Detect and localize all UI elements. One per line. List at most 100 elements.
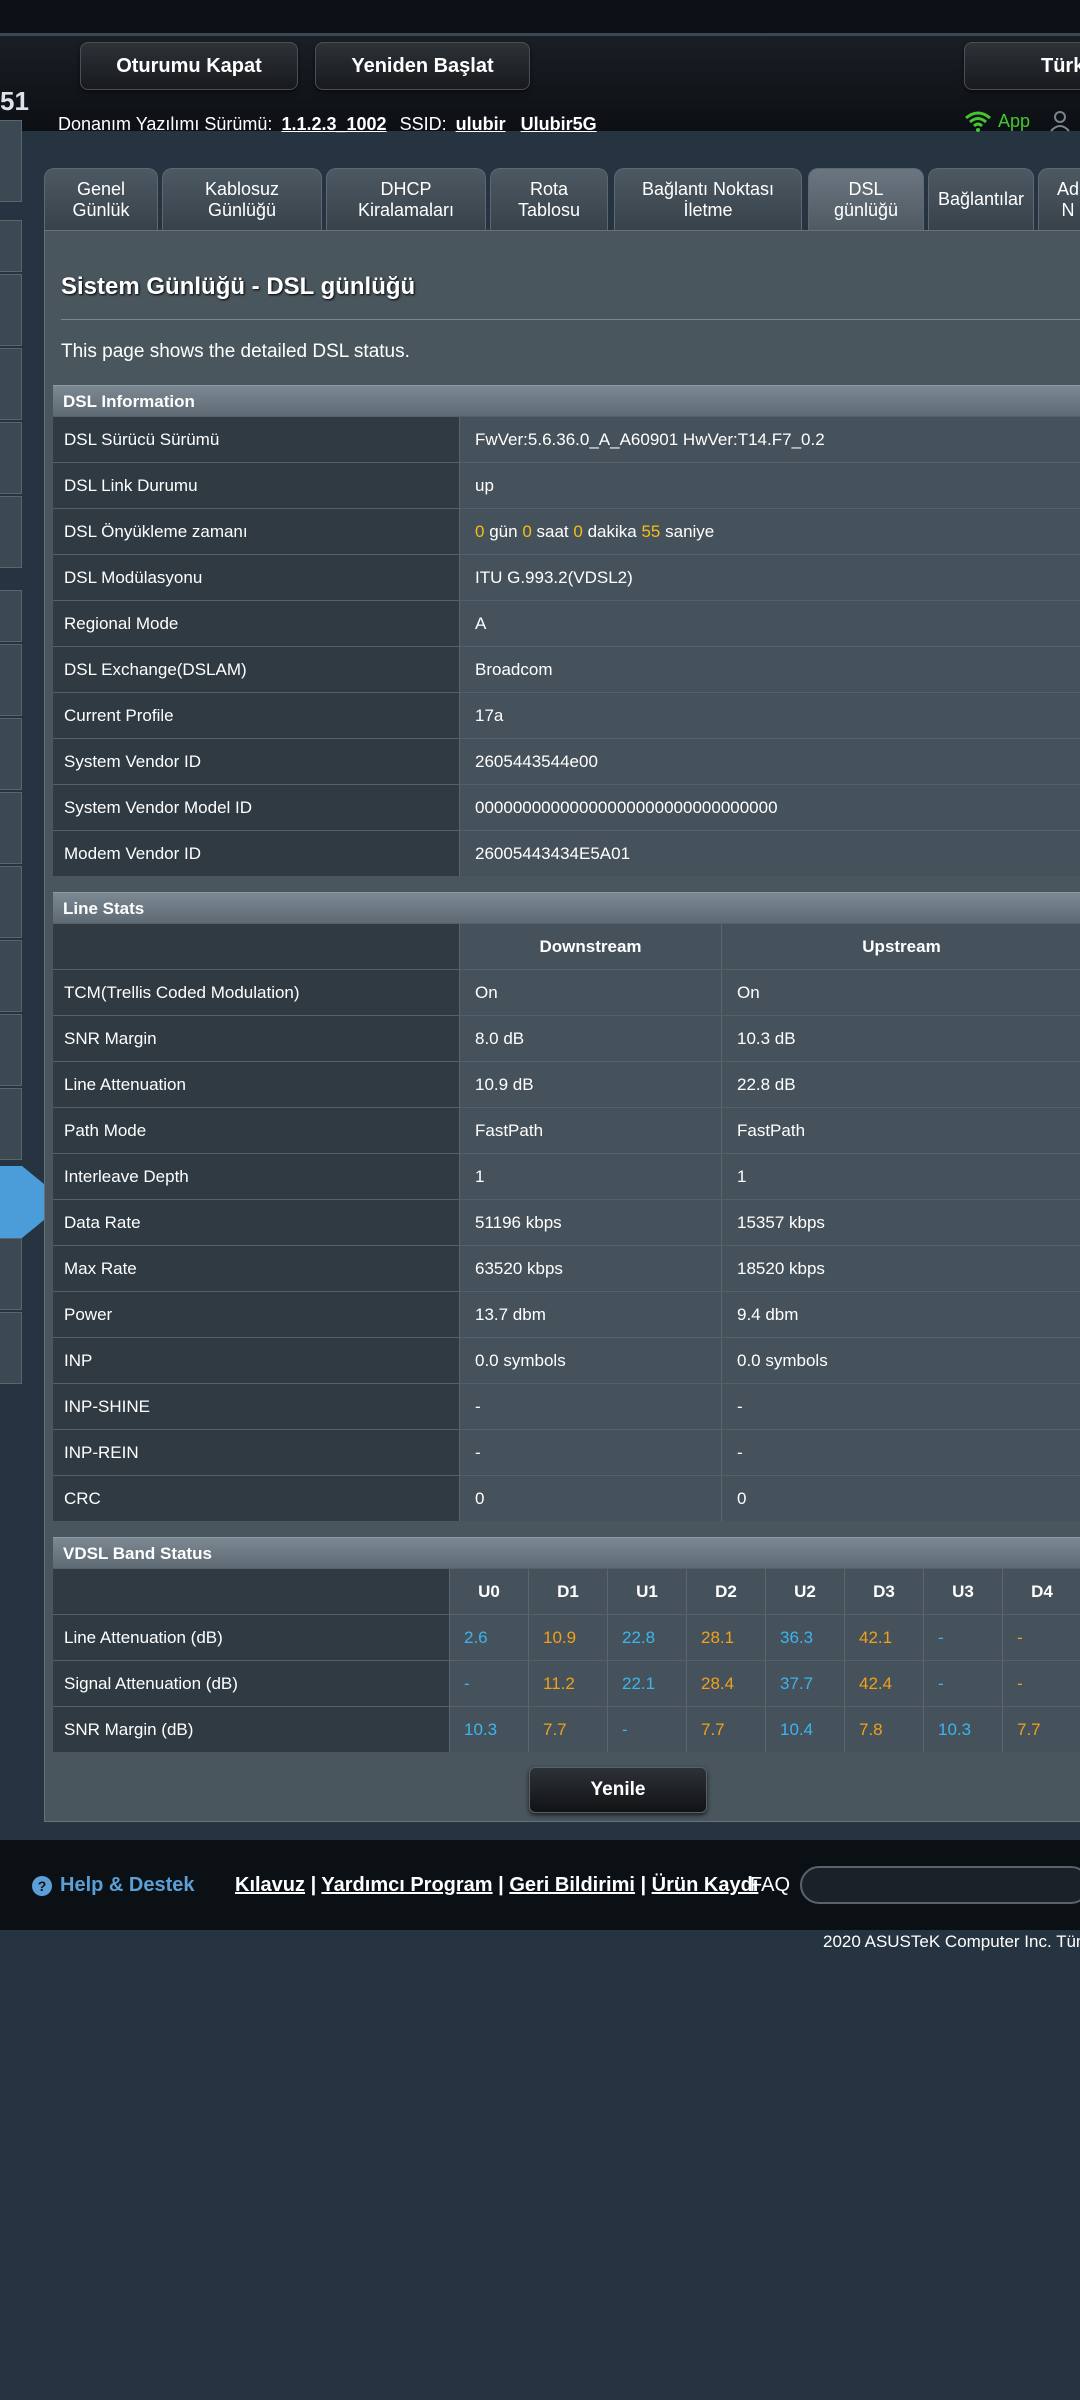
table-row: Interleave Depth 1 1 — [53, 1153, 1080, 1199]
uptime-days-unit: gün — [489, 521, 518, 541]
table-row: Data Rate 51196 kbps 15357 kbps — [53, 1199, 1080, 1245]
upstream-value: 9.4 dbm — [721, 1292, 1080, 1337]
table-row: Regional Mode A — [53, 600, 1080, 646]
uptime-value: 0 gün 0 saat 0 dakika 55 saniye — [459, 509, 1080, 554]
sidebar-item[interactable] — [0, 422, 22, 494]
language-select[interactable]: Türk — [964, 42, 1080, 90]
band-value: - — [923, 1615, 1002, 1660]
row-label: Regional Mode — [53, 601, 459, 646]
tab-label-line2: İletme — [683, 199, 733, 220]
table-row: CRC 0 0 — [53, 1475, 1080, 1521]
sidebar-item[interactable] — [0, 1088, 22, 1160]
app-link[interactable]: App — [964, 110, 1076, 132]
table-row: Power 13.7 dbm 9.4 dbm — [53, 1291, 1080, 1337]
tab-label-line1: Bağlantılar — [937, 189, 1025, 209]
sidebar-item[interactable] — [0, 644, 22, 716]
row-value: 26005443434E5A01 — [459, 831, 1080, 876]
table-row: INP-SHINE - - — [53, 1383, 1080, 1429]
band-column-header: U3 — [923, 1569, 1002, 1614]
tab-label-line1: Bağlantı Noktası — [641, 178, 775, 199]
downstream-value: On — [459, 970, 721, 1015]
sidebar-item[interactable] — [0, 120, 22, 202]
tab-general-log[interactable]: Genel Günlük — [44, 168, 158, 230]
sidebar-item[interactable] — [0, 940, 22, 1012]
tab-dhcp-leases[interactable]: DHCP Kiralamaları — [326, 168, 486, 230]
manual-link[interactable]: Kılavuz — [235, 1874, 305, 1896]
separator: | — [310, 1874, 317, 1896]
sidebar-item[interactable] — [0, 590, 22, 642]
sidebar-item[interactable] — [0, 348, 22, 420]
row-label: INP-REIN — [53, 1430, 459, 1475]
row-value: A — [459, 601, 1080, 646]
tab-label-line2: N — [1061, 199, 1075, 220]
sidebar-item[interactable] — [0, 1312, 22, 1384]
row-label: Data Rate — [53, 1200, 459, 1245]
sidebar-active-item[interactable] — [0, 1166, 22, 1238]
ssid-link-2[interactable]: Ulubir5G — [521, 114, 597, 134]
band-value: 28.4 — [686, 1661, 765, 1706]
row-label — [53, 1569, 449, 1614]
tab-more[interactable]: Ad N — [1038, 168, 1080, 230]
tab-label-line2: Kiralamaları — [357, 199, 455, 220]
firmware-version-link[interactable]: 1.1.2.3_1002 — [281, 114, 386, 134]
sidebar-item[interactable] — [0, 1238, 22, 1310]
product-registration-link[interactable]: Ürün Kaydı — [652, 1874, 759, 1896]
sidebar-item[interactable] — [0, 274, 22, 346]
dsl-information-section: DSL Information DSL Sürücü Sürümü FwVer:5… — [53, 385, 1080, 876]
band-column-header: U1 — [607, 1569, 686, 1614]
content-panel: Sistem Günlüğü - DSL günlüğü This page s… — [44, 230, 1080, 1822]
tab-routing-table[interactable]: Rota Tablosu — [490, 168, 608, 230]
row-label: Line Attenuation (dB) — [53, 1615, 449, 1660]
sidebar-item[interactable] — [0, 718, 22, 790]
line-stats-section: Line Stats Downstream Upstream TCM(Trelli… — [53, 892, 1080, 1521]
sidebar — [0, 120, 22, 1384]
row-value: FwVer:5.6.36.0_A_A60901 HwVer:T14.F7_0.2 — [459, 417, 1080, 462]
band-value: - — [449, 1661, 528, 1706]
sidebar-item[interactable] — [0, 866, 22, 938]
tab-dsl-log[interactable]: DSL günlüğü — [808, 168, 924, 230]
sidebar-item[interactable] — [0, 496, 22, 568]
sidebar-item[interactable] — [0, 220, 22, 272]
utility-link[interactable]: Yardımcı Program — [321, 1874, 492, 1896]
firmware-label: Donanım Yazılımı Sürümü: — [58, 114, 273, 134]
section-heading: Line Stats — [53, 892, 1080, 923]
user-icon[interactable] — [1050, 110, 1076, 132]
band-column-header: D3 — [844, 1569, 923, 1614]
copyright: 2020 ASUSTeK Computer Inc. Tüm — [823, 1932, 1080, 1951]
separator: | — [640, 1874, 647, 1896]
band-value: 10.3 — [449, 1707, 528, 1752]
section-heading: VDSL Band Status — [53, 1537, 1080, 1568]
tab-connections[interactable]: Bağlantılar — [928, 168, 1034, 230]
table-row: DSL Modülasyonu ITU G.993.2(VDSL2) — [53, 554, 1080, 600]
ssid-link-1[interactable]: ulubir — [456, 114, 506, 134]
row-label: INP-SHINE — [53, 1384, 459, 1429]
tab-label-line2: günlüğü — [833, 199, 899, 220]
reboot-button[interactable]: Yeniden Başlat — [315, 42, 530, 90]
upstream-value: 10.3 dB — [721, 1016, 1080, 1061]
tab-label-line2: Günlüğü — [207, 199, 277, 220]
wifi-icon — [965, 111, 991, 132]
row-label: System Vendor Model ID — [53, 785, 459, 830]
row-label: Signal Attenuation (dB) — [53, 1661, 449, 1706]
band-value: 37.7 — [765, 1661, 844, 1706]
logout-button[interactable]: Oturumu Kapat — [80, 42, 298, 90]
downstream-value: 10.9 dB — [459, 1062, 721, 1107]
help-support[interactable]: ? Help & Destek — [32, 1874, 195, 1897]
upstream-value: On — [721, 970, 1080, 1015]
feedback-link[interactable]: Geri Bildirimi — [509, 1874, 635, 1896]
title-divider — [61, 319, 1080, 320]
tab-wireless-log[interactable]: Kablosuz Günlüğü — [162, 168, 322, 230]
band-column-header: D4 — [1002, 1569, 1080, 1614]
tab-port-forwarding[interactable]: Bağlantı Noktası İletme — [614, 168, 802, 230]
sidebar-item[interactable] — [0, 792, 22, 864]
page-description: This page shows the detailed DSL status. — [61, 341, 410, 362]
sidebar-item[interactable] — [0, 1014, 22, 1086]
tab-label-line2: Tablosu — [517, 199, 581, 220]
faq-search-input[interactable] — [800, 1866, 1080, 1904]
row-value: 17a — [459, 693, 1080, 738]
refresh-button[interactable]: Yenile — [529, 1767, 707, 1813]
uptime-minutes: 0 — [573, 521, 583, 541]
firmware-info: Donanım Yazılımı Sürümü: 1.1.2.3_1002 SS… — [58, 114, 597, 135]
uptime-hours: 0 — [522, 521, 532, 541]
row-label: Modem Vendor ID — [53, 831, 459, 876]
